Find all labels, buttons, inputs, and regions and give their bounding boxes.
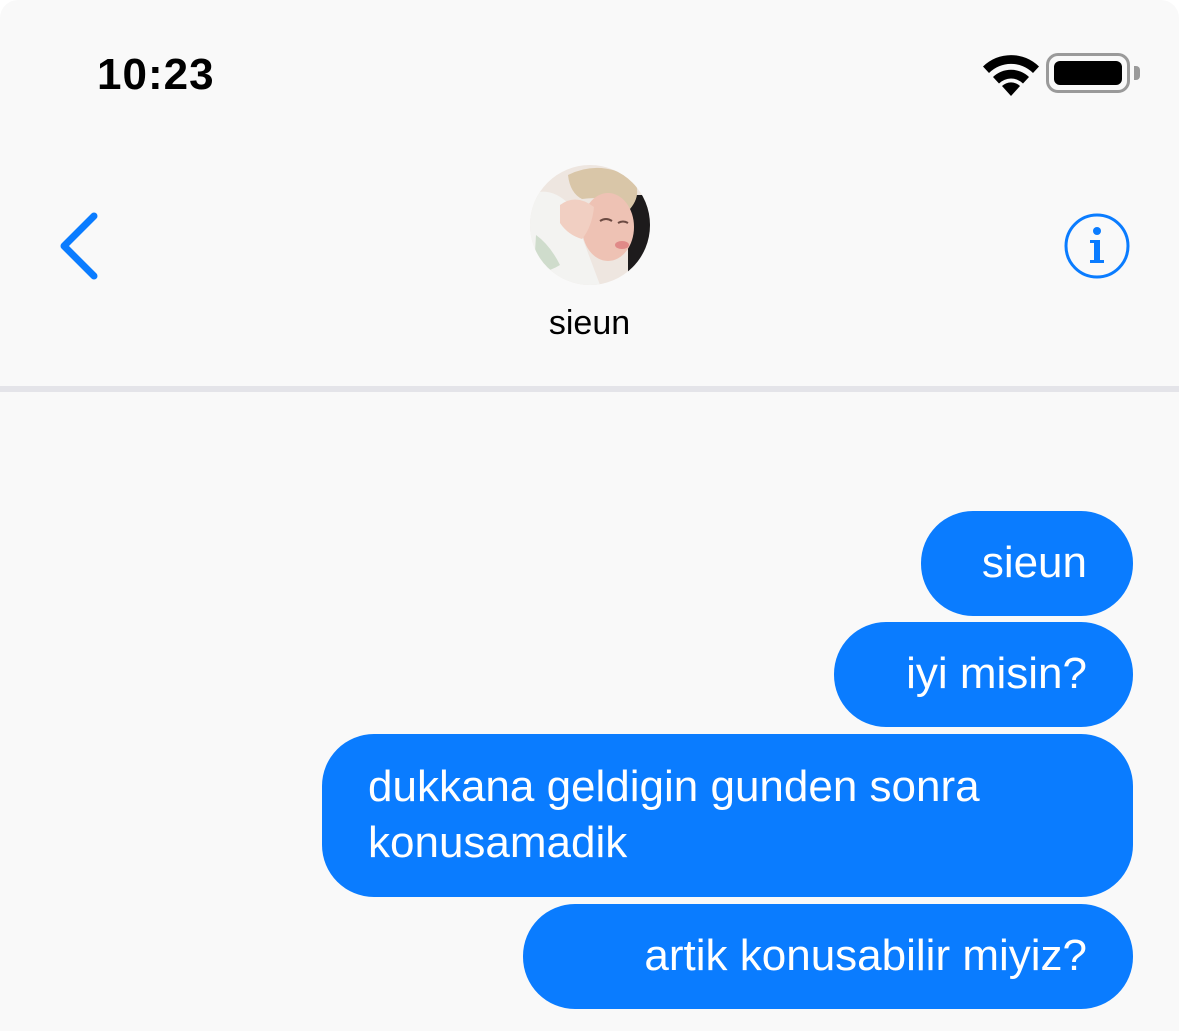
contact-name[interactable]: sieun — [0, 303, 1179, 343]
message-bubble[interactable]: artik konusabilir miyiz? — [523, 904, 1133, 1009]
back-button[interactable] — [52, 208, 108, 284]
message-bubble[interactable]: dukkana geldigin gunden sonra konusamadi… — [322, 734, 1133, 897]
contact-avatar[interactable] — [530, 165, 650, 285]
header-divider — [0, 386, 1179, 392]
battery-icon — [1046, 53, 1130, 93]
message-bubble[interactable]: sieun — [921, 511, 1133, 616]
chevron-left-icon — [60, 212, 98, 280]
avatar-photo — [530, 165, 650, 285]
battery-cap — [1134, 66, 1140, 80]
info-button[interactable] — [1063, 212, 1131, 280]
info-circle-icon — [1064, 213, 1130, 279]
status-time: 10:23 — [97, 50, 215, 99]
wifi-icon — [983, 55, 1039, 96]
message-bubble[interactable]: iyi misin? — [834, 622, 1133, 727]
messages-screen: 10:23 sieun sieun iyi misin? dukkana gel… — [0, 0, 1179, 1031]
